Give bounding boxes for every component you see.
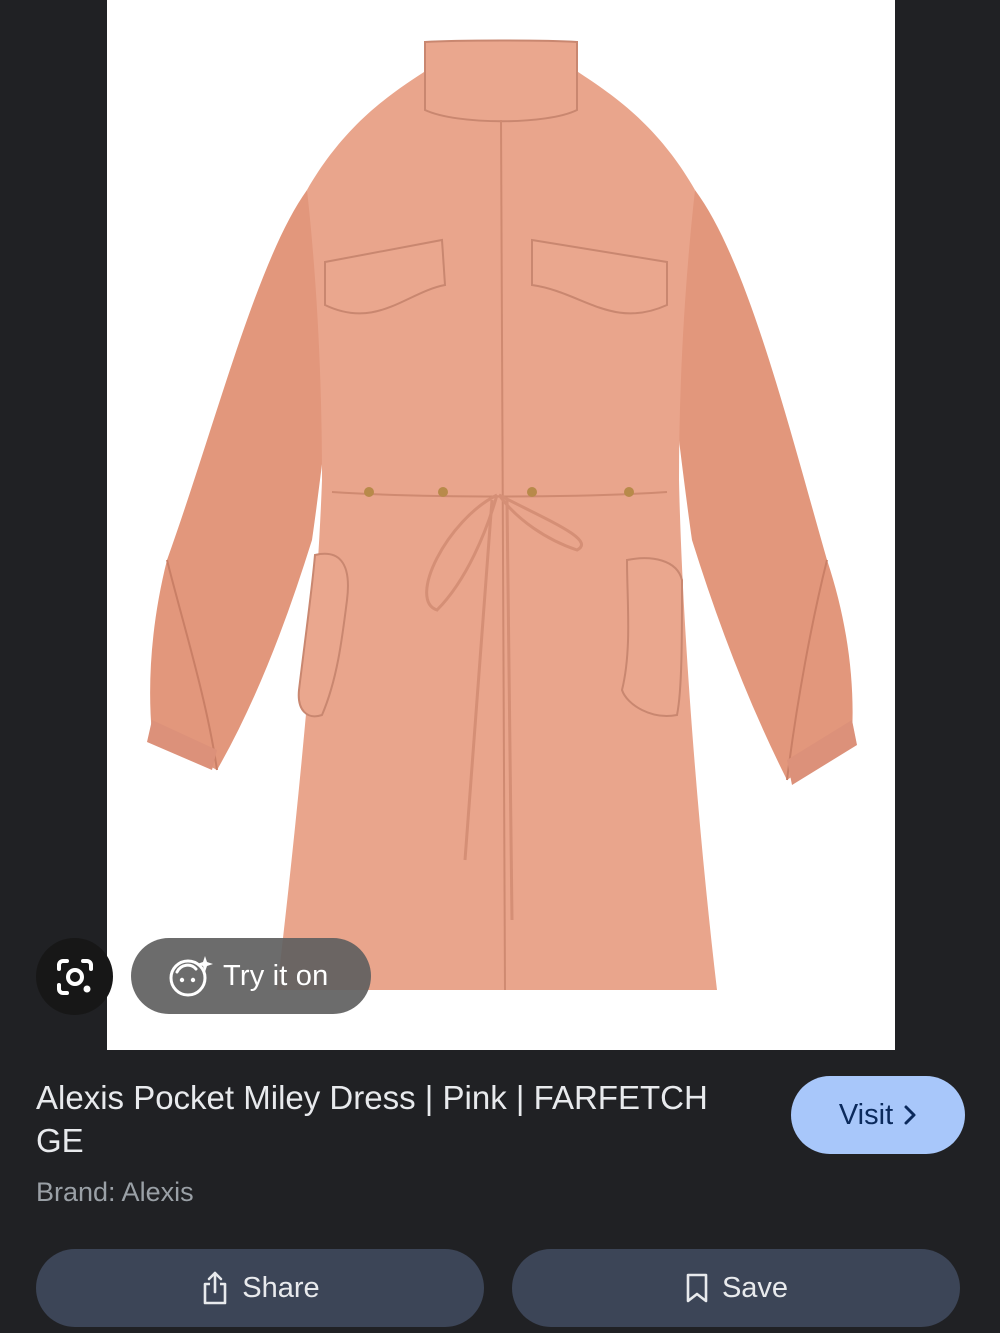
try-it-on-label: Try it on	[223, 959, 329, 992]
save-label: Save	[721, 1271, 789, 1304]
product-brand: Brand: Alexis	[36, 1177, 194, 1207]
google-lens-button[interactable]	[36, 938, 113, 1015]
save-button[interactable]: Save	[512, 1249, 960, 1327]
chevron-right-icon	[903, 1104, 917, 1126]
product-image	[147, 39, 857, 991]
product-title[interactable]: Alexis Pocket Miley Dress | Pink | FARFE…	[36, 1076, 756, 1162]
product-image-frame[interactable]	[107, 0, 895, 1050]
share-label: Share	[242, 1271, 320, 1304]
visit-label: Visit	[838, 1098, 894, 1131]
google-lens-icon	[55, 957, 95, 997]
bookmark-icon	[684, 1272, 710, 1304]
share-icon	[200, 1270, 230, 1306]
visit-button[interactable]: Visit	[791, 1076, 965, 1154]
try-it-on-button[interactable]: Try it on	[131, 938, 371, 1014]
share-button[interactable]: Share	[36, 1249, 484, 1327]
sparkle-face-icon	[167, 953, 213, 999]
